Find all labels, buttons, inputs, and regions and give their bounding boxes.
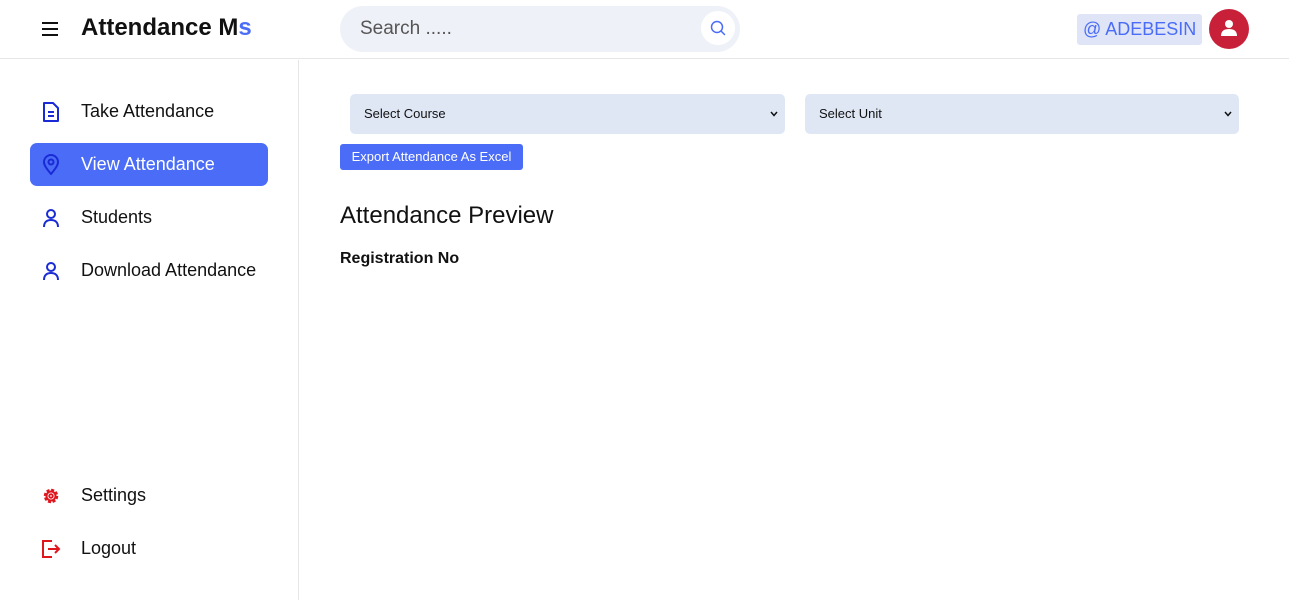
sidebar-item-take-attendance[interactable]: Take Attendance xyxy=(30,90,268,133)
page-title: Attendance Preview xyxy=(340,202,554,229)
course-select[interactable]: Select Course xyxy=(350,94,785,134)
app-title-accent: s xyxy=(238,14,252,41)
sidebar: Take Attendance View Attendance Students… xyxy=(0,60,299,600)
app-title: Attendance Ms xyxy=(81,14,252,42)
main-content: Select Course Select Unit Export Attenda… xyxy=(300,60,1289,600)
sidebar-item-students[interactable]: Students xyxy=(30,196,268,239)
sidebar-item-logout[interactable]: Logout xyxy=(30,527,268,570)
gear-icon xyxy=(43,488,59,504)
top-header: Attendance Ms @ ADEBESIN xyxy=(0,0,1289,59)
username-badge: @ ADEBESIN xyxy=(1077,14,1203,45)
table-column-header: Registration No xyxy=(340,250,460,267)
search-bar xyxy=(340,6,740,52)
sidebar-item-view-attendance[interactable]: View Attendance xyxy=(30,143,268,186)
document-icon xyxy=(43,102,59,122)
user-icon xyxy=(43,209,59,228)
user-icon xyxy=(43,262,59,281)
user-icon xyxy=(1221,20,1237,36)
app-title-main: Attendance M xyxy=(81,14,239,41)
sidebar-item-label: Take Attendance xyxy=(81,101,215,121)
chevron-down-icon xyxy=(770,111,778,117)
unit-select-value: Select Unit xyxy=(819,106,882,121)
search-input[interactable] xyxy=(340,6,700,52)
map-pin-icon xyxy=(43,154,59,175)
sidebar-item-label: Logout xyxy=(81,538,137,558)
sidebar-item-label: Download Attendance xyxy=(81,260,257,280)
sidebar-item-settings[interactable]: Settings xyxy=(30,474,268,517)
sidebar-item-download-attendance[interactable]: Download Attendance xyxy=(30,249,268,292)
unit-select[interactable]: Select Unit xyxy=(805,94,1239,134)
menu-icon[interactable] xyxy=(40,18,60,40)
sidebar-item-label: Settings xyxy=(81,485,147,505)
search-icon xyxy=(710,20,726,36)
sidebar-item-label: View Attendance xyxy=(81,154,215,174)
user-avatar[interactable] xyxy=(1209,9,1249,49)
search-button[interactable] xyxy=(701,11,735,45)
course-select-value: Select Course xyxy=(364,106,446,121)
chevron-down-icon xyxy=(1224,111,1232,117)
sidebar-item-label: Students xyxy=(81,207,153,227)
export-excel-button[interactable]: Export Attendance As Excel xyxy=(340,144,523,170)
logout-icon xyxy=(42,540,61,558)
